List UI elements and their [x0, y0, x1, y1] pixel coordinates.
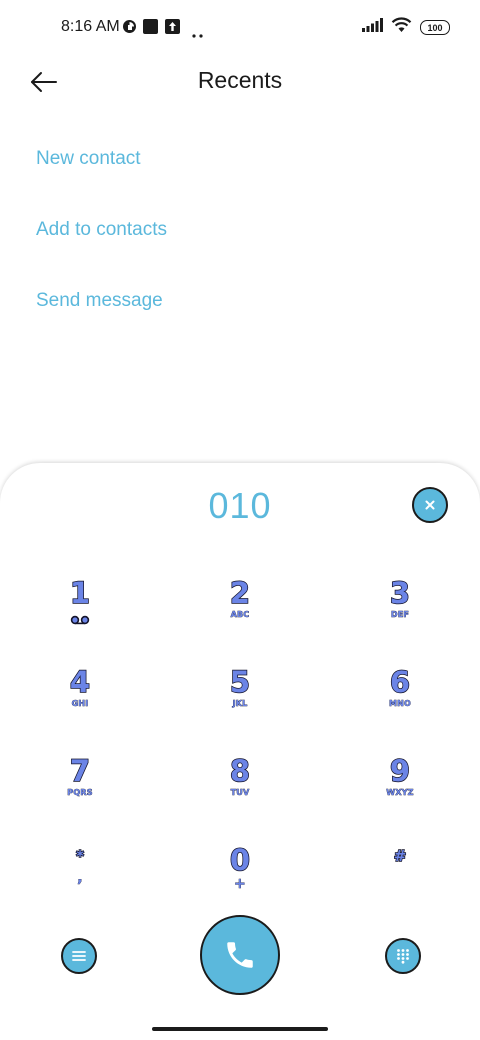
dialed-number[interactable]: 010: [0, 485, 480, 527]
key-4[interactable]: 4 GHI: [20, 665, 140, 746]
key-letters: PQRS: [67, 788, 93, 798]
key-letters: +: [234, 876, 246, 893]
clear-button[interactable]: [412, 487, 448, 523]
status-bar: 8:16 AM 100: [0, 0, 480, 56]
key-6[interactable]: 6 MNO: [340, 665, 460, 746]
close-icon: [425, 500, 435, 510]
key-letters: ,: [77, 870, 83, 887]
key-0[interactable]: 0 +: [180, 843, 300, 924]
key-digit: #: [393, 846, 407, 866]
key-letters: DEF: [390, 610, 410, 620]
header: Recents: [0, 56, 480, 108]
key-digit: *: [75, 846, 84, 866]
key-letters: TUV: [230, 788, 250, 798]
key-2[interactable]: 2 ABC: [180, 576, 300, 657]
key-digit: 5: [229, 665, 251, 699]
key-3[interactable]: 3 DEF: [340, 576, 460, 657]
send-message-link[interactable]: Send message: [36, 290, 163, 312]
call-button[interactable]: [200, 915, 280, 995]
dialpad-icon: [397, 949, 409, 964]
key-digit: 0: [229, 843, 251, 877]
more-dots-icon: [192, 25, 204, 43]
key-5[interactable]: 5 JKL: [180, 665, 300, 746]
voicemail-icon: [70, 612, 90, 630]
add-to-contacts-link[interactable]: Add to contacts: [36, 219, 167, 241]
key-8[interactable]: 8 TUV: [180, 754, 300, 835]
key-letters: MNO: [388, 699, 412, 709]
key-7[interactable]: 7 PQRS: [20, 754, 140, 835]
key-digit: 7: [69, 754, 91, 788]
stop-icon: [143, 19, 158, 39]
upload-icon: [165, 19, 180, 39]
menu-button[interactable]: [61, 938, 97, 974]
key-letters: WXYZ: [386, 788, 414, 798]
key-9[interactable]: 9 WXYZ: [340, 754, 460, 835]
wifi-icon: [391, 17, 412, 38]
key-digit: 3: [389, 576, 411, 610]
key-hash[interactable]: #: [340, 846, 460, 926]
vpn-icon: [122, 19, 137, 39]
key-digit: 9: [389, 754, 411, 788]
menu-icon: [72, 951, 86, 961]
dialer-screen: 8:16 AM 100 Recents New contact Add to c…: [0, 0, 480, 1040]
key-digit: 6: [389, 665, 411, 699]
battery-icon: 100: [420, 20, 450, 35]
key-digit: 4: [69, 665, 91, 699]
phone-icon: [227, 942, 253, 968]
dialer-panel: 010 1 2 ABC 3 DEF 4 GHI 5 JKL 6 MNO 7 PQ…: [0, 463, 480, 1040]
signal-icon: [362, 18, 383, 37]
key-letters: ABC: [230, 610, 250, 620]
key-1[interactable]: 1: [20, 576, 140, 657]
home-indicator[interactable]: [152, 1027, 328, 1031]
key-digit: 2: [229, 576, 251, 610]
key-digit: 1: [69, 576, 91, 610]
key-digit: 8: [229, 754, 251, 788]
key-letters: GHI: [71, 699, 89, 709]
status-right: 100: [362, 17, 450, 38]
status-time: 8:16 AM: [61, 18, 120, 35]
keypad-toggle-button[interactable]: [385, 938, 421, 974]
key-star[interactable]: * ,: [20, 846, 140, 926]
key-letters: JKL: [232, 699, 248, 709]
page-title: Recents: [197, 67, 283, 93]
new-contact-link[interactable]: New contact: [36, 148, 141, 170]
